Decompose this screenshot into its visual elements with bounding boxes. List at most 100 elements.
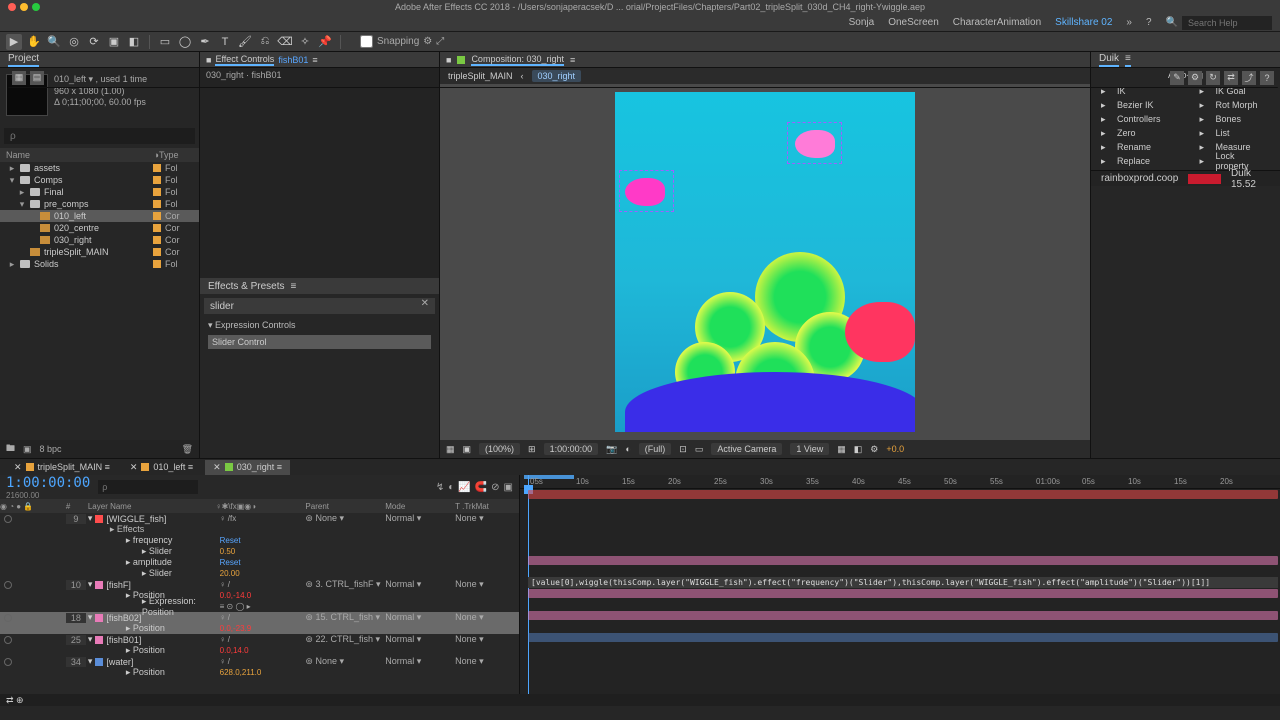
project-tree-row[interactable]: tripleSplit_MAINCor bbox=[0, 246, 199, 258]
expression-field[interactable]: [value[0],wiggle(thisComp.layer("WIGGLE_… bbox=[528, 577, 1278, 588]
user-name[interactable]: Sonja bbox=[849, 17, 875, 28]
duik-item[interactable]: ▸Bones bbox=[1190, 112, 1280, 126]
timeline-tab[interactable]: ✕030_right ≡ bbox=[205, 460, 290, 475]
timeline-layer-row[interactable]: 25▾ [fishB01]♀ /⊚ 22. CTRL_fish ▾Normal … bbox=[0, 634, 519, 645]
tl-3d-icon[interactable]: ▣ bbox=[504, 482, 513, 493]
new-comp-icon[interactable]: ▣ bbox=[23, 444, 32, 455]
duik-tab2-icon[interactable]: ▤ bbox=[30, 71, 44, 85]
timeline-tab[interactable]: ✕tripleSplit_MAIN ≡ bbox=[6, 460, 118, 475]
duik-tool5-icon[interactable]: ⤴ bbox=[1242, 71, 1256, 85]
timeline-layer-row[interactable]: 34▾ [water]♀ /⊚ None ▾Normal ▾None ▾ bbox=[0, 656, 519, 667]
col-number[interactable]: # bbox=[66, 502, 86, 511]
views-dropdown[interactable]: 1 View bbox=[790, 443, 829, 455]
project-tree-row[interactable]: ▸SolidsFol bbox=[0, 258, 199, 270]
timeline-property-row[interactable]: ▸ frequencyReset bbox=[0, 535, 519, 546]
effect-controls-tab[interactable]: Effect Controls bbox=[215, 54, 274, 66]
project-tab[interactable]: Project bbox=[8, 53, 39, 67]
close-tab-icon[interactable]: ✕ bbox=[213, 462, 221, 473]
project-bpc[interactable]: 8 bpc bbox=[40, 444, 62, 454]
duik-item[interactable]: ▸Rename bbox=[1091, 140, 1182, 154]
viewer-marker-icon[interactable]: ◧ bbox=[854, 444, 863, 455]
trash-icon[interactable]: 🗑 bbox=[182, 444, 193, 455]
panel-menu-icon[interactable]: ≡ bbox=[312, 55, 317, 65]
timeline-property-row[interactable]: ▸ Effects bbox=[0, 524, 519, 535]
project-tree-row[interactable]: ▸assetsFol bbox=[0, 162, 199, 174]
timeline-property-row[interactable]: ▸ Position0.0,-14.0 bbox=[0, 590, 519, 601]
duik-tool1-icon[interactable]: ✎ bbox=[1170, 71, 1184, 85]
viewer-mask-icon[interactable]: ▣ bbox=[463, 444, 472, 455]
snapping-options-icon[interactable]: ⚙ bbox=[423, 36, 432, 47]
timeline-property-row[interactable]: ▸ Slider0.50 bbox=[0, 546, 519, 557]
project-col-name[interactable]: Name bbox=[6, 150, 154, 160]
project-tree-row[interactable]: ▾CompsFol bbox=[0, 174, 199, 186]
tl-blur-icon[interactable]: ⊘ bbox=[491, 482, 499, 493]
hand-tool-icon[interactable]: ✋ bbox=[26, 34, 42, 50]
help-question-icon[interactable]: ? bbox=[1146, 17, 1152, 28]
viewer-fx-icon[interactable]: ⚙ bbox=[870, 444, 878, 455]
current-timecode[interactable]: 1:00:00:00 bbox=[6, 475, 90, 491]
viewer-channel-icon[interactable]: ◐ bbox=[625, 444, 630, 454]
duik-tool2-icon[interactable]: ⚙ bbox=[1188, 71, 1202, 85]
rotate-tool-icon[interactable]: ⟳ bbox=[86, 34, 102, 50]
timeline-property-row[interactable]: ▸ Expression: Position≡ ⊙ ◯ ▸ bbox=[0, 601, 519, 612]
clear-search-icon[interactable]: ✕ bbox=[421, 298, 429, 309]
duik-tab1-icon[interactable]: ▦ bbox=[12, 71, 26, 85]
camera-dropdown[interactable]: Active Camera bbox=[711, 443, 782, 455]
workspace-skillshare[interactable]: Skillshare 02 bbox=[1055, 17, 1112, 28]
brush-tool-icon[interactable]: 🖌 bbox=[237, 34, 253, 50]
duik-footer-link[interactable]: rainboxprod.coop bbox=[1101, 173, 1178, 184]
camera-tool-icon[interactable]: ▣ bbox=[106, 34, 122, 50]
project-tree-row[interactable]: 030_rightCor bbox=[0, 234, 199, 246]
search-help-input[interactable] bbox=[1182, 16, 1272, 30]
timeline-tab[interactable]: ✕010_left ≡ bbox=[122, 460, 201, 475]
orbit-tool-icon[interactable]: ◎ bbox=[66, 34, 82, 50]
panel-menu-icon[interactable]: ≡ bbox=[291, 281, 297, 292]
viewer-res-icon[interactable]: ⊞ bbox=[528, 444, 536, 455]
col-parent[interactable]: Parent bbox=[305, 502, 385, 511]
comp-canvas[interactable] bbox=[615, 92, 915, 432]
toggle-switches-icon[interactable]: ⇄ ⊕ bbox=[6, 695, 24, 706]
duik-tool4-icon[interactable]: ⇄ bbox=[1224, 71, 1238, 85]
col-mode[interactable]: Mode bbox=[385, 502, 455, 511]
col-trkmat[interactable]: T .TrkMat bbox=[455, 502, 519, 511]
project-search-input[interactable] bbox=[4, 128, 195, 144]
project-tree-row[interactable]: ▾pre_compsFol bbox=[0, 198, 199, 210]
timeline-property-row[interactable]: ▸ Slider20.00 bbox=[0, 568, 519, 579]
viewer-grid-icon[interactable]: ▦ bbox=[446, 444, 455, 455]
selection-handles[interactable] bbox=[787, 122, 842, 164]
timeline-property-row[interactable]: ▸ Position628.0,211.0 bbox=[0, 667, 519, 678]
viewer-grid2-icon[interactable]: ⊡ bbox=[679, 444, 687, 455]
duik-help-icon[interactable]: ? bbox=[1260, 71, 1274, 85]
panel-menu-icon[interactable]: ≡ bbox=[1125, 53, 1131, 67]
snapshot-icon[interactable]: 📷 bbox=[606, 444, 617, 455]
type-tool-icon[interactable]: T bbox=[217, 34, 233, 50]
tl-graph-icon[interactable]: 📈 bbox=[458, 482, 470, 493]
eraser-tool-icon[interactable]: ⌫ bbox=[277, 34, 293, 50]
duik-item[interactable]: ▸Lock property bbox=[1190, 154, 1280, 168]
duik-item[interactable]: ▸Rot Morph bbox=[1190, 98, 1280, 112]
rect-tool-icon[interactable]: ▭ bbox=[157, 34, 173, 50]
fish-layer[interactable] bbox=[845, 302, 915, 362]
snapping-checkbox[interactable] bbox=[360, 35, 373, 48]
timeline-property-row[interactable]: ▸ Position0.0,-23.9 bbox=[0, 623, 519, 634]
duik-tool3-icon[interactable]: ↻ bbox=[1206, 71, 1220, 85]
duik-item[interactable]: ▸Zero bbox=[1091, 126, 1182, 140]
close-tab-icon[interactable]: ✕ bbox=[14, 462, 22, 473]
resolution-dropdown[interactable]: (Full) bbox=[639, 443, 672, 455]
col-layer-name[interactable]: Layer Name bbox=[86, 502, 216, 511]
composition-tab[interactable]: Composition: 030_right bbox=[471, 54, 564, 66]
viewer-guides-icon[interactable]: ▭ bbox=[695, 444, 704, 455]
project-tree-row[interactable]: ▸FinalFol bbox=[0, 186, 199, 198]
roto-tool-icon[interactable]: ✧ bbox=[297, 34, 313, 50]
duik-tab[interactable]: Duik bbox=[1099, 53, 1119, 67]
effects-presets-tab[interactable]: Effects & Presets bbox=[208, 281, 285, 292]
exposure-value[interactable]: +0.0 bbox=[886, 444, 904, 454]
timeline-layer-row[interactable]: 18▾ [fishB02]♀ /⊚ 15. CTRL_fish ▾Normal … bbox=[0, 612, 519, 623]
timeline-property-row[interactable]: ▸ amplitudeReset bbox=[0, 557, 519, 568]
pen-tool-icon[interactable]: ✒ bbox=[197, 34, 213, 50]
timeline-search-input[interactable] bbox=[98, 480, 198, 494]
new-folder-icon[interactable]: 🖿 bbox=[6, 441, 15, 457]
workspace-more-icon[interactable]: » bbox=[1126, 17, 1132, 28]
effects-category[interactable]: ▾ Expression Controls bbox=[200, 318, 439, 333]
effects-presets-search-input[interactable] bbox=[204, 298, 435, 314]
